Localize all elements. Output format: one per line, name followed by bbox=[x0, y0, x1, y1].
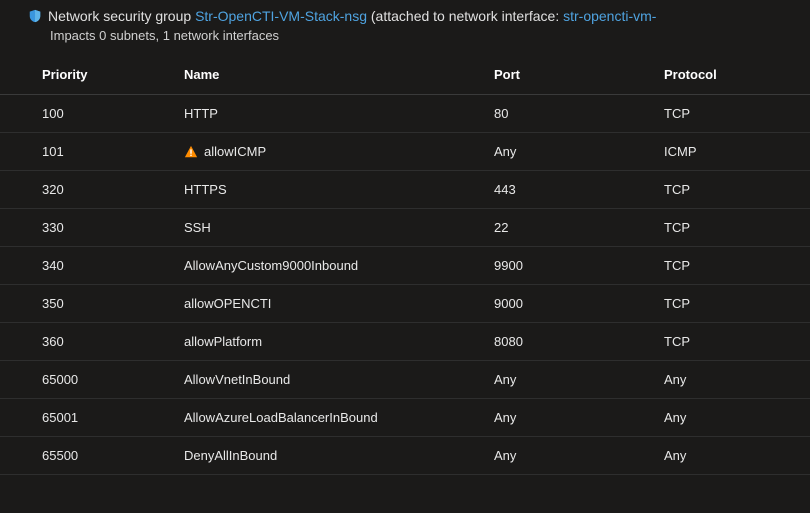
cell-priority: 65001 bbox=[0, 399, 170, 437]
rule-name: DenyAllInBound bbox=[184, 448, 277, 463]
cell-priority: 340 bbox=[0, 247, 170, 285]
cell-priority: 101 bbox=[0, 133, 170, 171]
rule-name: allowPlatform bbox=[184, 334, 262, 349]
rule-name: AllowAnyCustom9000Inbound bbox=[184, 258, 358, 273]
table-row[interactable]: 100 HTTP 80TCP bbox=[0, 95, 810, 133]
cell-protocol: TCP bbox=[650, 247, 810, 285]
col-header-name[interactable]: Name bbox=[170, 57, 480, 95]
rule-name: AllowVnetInBound bbox=[184, 372, 290, 387]
cell-name: AllowVnetInBound bbox=[170, 361, 480, 399]
table-row[interactable]: 330 SSH 22TCP bbox=[0, 209, 810, 247]
table-row[interactable]: 65001 AllowAzureLoadBalancerInBound AnyAny bbox=[0, 399, 810, 437]
table-row[interactable]: 360 allowPlatform 8080TCP bbox=[0, 323, 810, 361]
rule-name: HTTPS bbox=[184, 182, 227, 197]
cell-protocol: TCP bbox=[650, 95, 810, 133]
shield-icon bbox=[28, 9, 42, 23]
cell-port: Any bbox=[480, 437, 650, 475]
rule-name: SSH bbox=[184, 220, 211, 235]
cell-port: 80 bbox=[480, 95, 650, 133]
cell-port: 9900 bbox=[480, 247, 650, 285]
cell-priority: 360 bbox=[0, 323, 170, 361]
rules-table: Priority Name Port Protocol 100HTTP80TCP… bbox=[0, 57, 810, 475]
cell-priority: 65000 bbox=[0, 361, 170, 399]
rule-name: allowICMP bbox=[204, 144, 266, 159]
cell-port: 9000 bbox=[480, 285, 650, 323]
table-row[interactable]: 65000 AllowVnetInBound AnyAny bbox=[0, 361, 810, 399]
cell-name: allowOPENCTI bbox=[170, 285, 480, 323]
cell-name: allowICMP bbox=[170, 133, 480, 171]
rule-name: AllowAzureLoadBalancerInBound bbox=[184, 410, 378, 425]
col-header-protocol[interactable]: Protocol bbox=[650, 57, 810, 95]
cell-port: 8080 bbox=[480, 323, 650, 361]
nsg-impacts: Impacts 0 subnets, 1 network interfaces bbox=[0, 24, 810, 57]
cell-port: 443 bbox=[480, 171, 650, 209]
cell-protocol: TCP bbox=[650, 209, 810, 247]
cell-port: Any bbox=[480, 133, 650, 171]
cell-priority: 330 bbox=[0, 209, 170, 247]
rule-name: HTTP bbox=[184, 106, 218, 121]
cell-name: HTTP bbox=[170, 95, 480, 133]
nsg-header: Network security group Str-OpenCTI-VM-St… bbox=[0, 8, 810, 24]
cell-protocol: TCP bbox=[650, 323, 810, 361]
rule-name: allowOPENCTI bbox=[184, 296, 271, 311]
table-row[interactable]: 350 allowOPENCTI 9000TCP bbox=[0, 285, 810, 323]
cell-priority: 100 bbox=[0, 95, 170, 133]
cell-protocol: Any bbox=[650, 437, 810, 475]
cell-name: AllowAzureLoadBalancerInBound bbox=[170, 399, 480, 437]
cell-protocol: Any bbox=[650, 399, 810, 437]
col-header-priority[interactable]: Priority bbox=[0, 57, 170, 95]
table-row[interactable]: 320 HTTPS 443TCP bbox=[0, 171, 810, 209]
cell-name: DenyAllInBound bbox=[170, 437, 480, 475]
cell-port: 22 bbox=[480, 209, 650, 247]
warning-icon bbox=[184, 145, 198, 159]
cell-name: AllowAnyCustom9000Inbound bbox=[170, 247, 480, 285]
cell-priority: 320 bbox=[0, 171, 170, 209]
cell-protocol: Any bbox=[650, 361, 810, 399]
nic-link[interactable]: str-opencti-vm- bbox=[563, 8, 656, 24]
col-header-port[interactable]: Port bbox=[480, 57, 650, 95]
nsg-link[interactable]: Str-OpenCTI-VM-Stack-nsg bbox=[195, 8, 367, 24]
cell-name: allowPlatform bbox=[170, 323, 480, 361]
table-row[interactable]: 340 AllowAnyCustom9000Inbound 9900TCP bbox=[0, 247, 810, 285]
cell-protocol: TCP bbox=[650, 285, 810, 323]
cell-name: SSH bbox=[170, 209, 480, 247]
cell-protocol: TCP bbox=[650, 171, 810, 209]
table-row[interactable]: 101 allowICMP AnyICMP bbox=[0, 133, 810, 171]
cell-protocol: ICMP bbox=[650, 133, 810, 171]
cell-priority: 350 bbox=[0, 285, 170, 323]
table-row[interactable]: 65500 DenyAllInBound AnyAny bbox=[0, 437, 810, 475]
header-paren: (attached to network interface: bbox=[371, 8, 559, 24]
header-prefix: Network security group bbox=[48, 8, 191, 24]
cell-port: Any bbox=[480, 399, 650, 437]
cell-priority: 65500 bbox=[0, 437, 170, 475]
cell-port: Any bbox=[480, 361, 650, 399]
cell-name: HTTPS bbox=[170, 171, 480, 209]
